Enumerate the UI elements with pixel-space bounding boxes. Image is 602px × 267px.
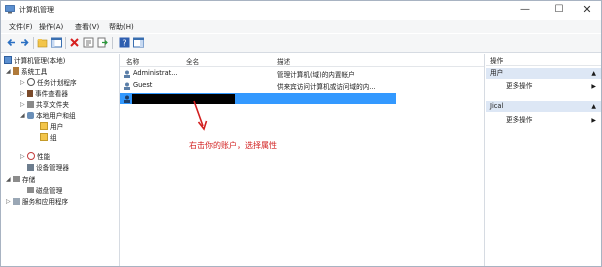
toolbar-separator [33, 37, 34, 49]
show-tree-icon[interactable] [51, 37, 62, 48]
close-button[interactable]: ✕ [573, 1, 601, 19]
menu-bar: 文件(F) 操作(A) 查看(V) 帮助(H) [1, 20, 601, 33]
tools-icon [13, 67, 19, 75]
collapse-arrow-icon[interactable]: ◢ [6, 175, 13, 185]
actions-section-selected-user[interactable]: Jical ▲ [486, 101, 601, 112]
forward-arrow-icon[interactable] [19, 37, 30, 48]
tree-item-services-apps[interactable]: ▷ 服务和应用程序 [6, 197, 68, 207]
submenu-arrow-icon: ▶ [591, 83, 596, 90]
collapse-up-icon[interactable]: ▲ [591, 101, 596, 112]
maximize-button[interactable]: ☐ [545, 1, 573, 19]
export-icon[interactable] [97, 37, 108, 48]
properties-icon[interactable] [83, 37, 94, 48]
actions-header: 操作 [486, 56, 601, 66]
services-icon [13, 197, 20, 205]
disk-icon [27, 187, 34, 193]
folder-icon [40, 122, 48, 130]
device-manager-icon [27, 163, 34, 171]
expand-arrow-icon[interactable]: ▷ [6, 197, 13, 207]
users-group-icon [27, 111, 34, 119]
tree-item-groups[interactable]: 组 [40, 133, 57, 143]
view-pane-icon[interactable] [133, 37, 144, 48]
tree-item-performance[interactable]: ▷ 性能 [20, 152, 50, 162]
menu-action[interactable]: 操作(A) [39, 22, 63, 32]
tree-item-device-manager[interactable]: 设备管理器 [27, 163, 69, 173]
user-list-pane: 名称 全名 描述 Administrat... 管理计算机(域)的内置帐户 Gu… [120, 54, 485, 266]
window-title: 计算机管理 [19, 6, 54, 14]
collapse-up-icon[interactable]: ▲ [591, 68, 596, 79]
expand-arrow-icon[interactable]: ▷ [20, 78, 27, 88]
collapse-arrow-icon[interactable]: ◢ [20, 111, 27, 121]
column-header-fullname[interactable]: 全名 [186, 56, 199, 66]
red-arrow-icon [193, 100, 208, 131]
menu-file[interactable]: 文件(F) [9, 22, 33, 32]
column-header-name[interactable]: 名称 [126, 56, 139, 66]
actions-pane: 操作 用户 ▲ 更多操作 ▶ Jical ▲ 更多操作 ▶ [486, 54, 601, 266]
folder-icon [40, 133, 48, 141]
expand-arrow-icon[interactable]: ▷ [20, 100, 27, 110]
actions-section-users[interactable]: 用户 ▲ [486, 68, 601, 79]
list-header: 名称 全名 描述 [120, 56, 484, 67]
delete-icon[interactable] [69, 37, 80, 48]
storage-icon [13, 176, 20, 182]
user-icon [124, 95, 130, 103]
menu-view[interactable]: 查看(V) [75, 22, 99, 32]
navigation-tree: 计算机管理(本地) ◢ 系统工具 ▷ 任务计划程序 ▷ 事件查看器 ▷ 共享文件夹 ◢ 本… [2, 54, 120, 266]
submenu-arrow-icon: ▶ [591, 117, 596, 124]
title-bar: 计算机管理 — ☐ ✕ [1, 1, 601, 19]
shared-folder-icon [27, 100, 34, 108]
expand-arrow-icon[interactable]: ▷ [20, 152, 27, 162]
tree-item-system-tools[interactable]: ◢ 系统工具 [6, 67, 47, 77]
minimize-button[interactable]: — [511, 1, 539, 19]
menu-help[interactable]: 帮助(H) [109, 22, 134, 32]
tree-item-shared-folders[interactable]: ▷ 共享文件夹 [20, 100, 69, 110]
svg-text:?: ? [122, 39, 126, 48]
toolbar-separator [112, 37, 113, 49]
table-row[interactable]: Administrat... 管理计算机(域)的内置帐户 [120, 68, 396, 79]
tree-item-disk-management[interactable]: 磁盘管理 [27, 186, 62, 196]
toolbar-separator [65, 37, 66, 49]
redacted-username [132, 94, 235, 104]
computer-management-icon [4, 56, 12, 64]
expand-arrow-icon[interactable]: ▷ [20, 89, 27, 99]
table-row[interactable]: Guest 供来宾访问计算机或访问域的内... [120, 80, 396, 91]
column-header-description[interactable]: 描述 [277, 56, 290, 66]
action-more-actions-user[interactable]: 更多操作 ▶ [486, 115, 601, 126]
selected-user-row[interactable] [120, 93, 396, 104]
tree-item-local-users-groups[interactable]: ◢ 本地用户和组 [20, 111, 76, 121]
annotation-text: 右击你的账户，选择属性 [189, 141, 277, 150]
tree-item-task-scheduler[interactable]: ▷ 任务计划程序 [20, 78, 77, 88]
computer-management-icon [5, 5, 15, 14]
tree-item-computer-management[interactable]: 计算机管理(本地) [4, 56, 65, 66]
user-icon [124, 70, 130, 78]
tree-item-storage[interactable]: ◢ 存储 [6, 175, 35, 185]
computer-management-window: 计算机管理 — ☐ ✕ 文件(F) 操作(A) 查看(V) 帮助(H) ? 计算… [0, 0, 602, 267]
tree-item-users[interactable]: 用户 [40, 122, 63, 132]
tree-item-event-viewer[interactable]: ▷ 事件查看器 [20, 89, 68, 99]
user-icon [124, 82, 130, 90]
event-log-icon [27, 89, 33, 97]
action-more-actions[interactable]: 更多操作 ▶ [486, 81, 601, 92]
clock-icon [27, 78, 35, 86]
up-folder-icon[interactable] [37, 37, 48, 48]
toolbar: ? [1, 34, 601, 53]
help-icon[interactable]: ? [119, 37, 130, 48]
collapse-arrow-icon[interactable]: ◢ [6, 67, 13, 77]
performance-icon [27, 152, 35, 160]
back-arrow-icon[interactable] [6, 37, 17, 48]
